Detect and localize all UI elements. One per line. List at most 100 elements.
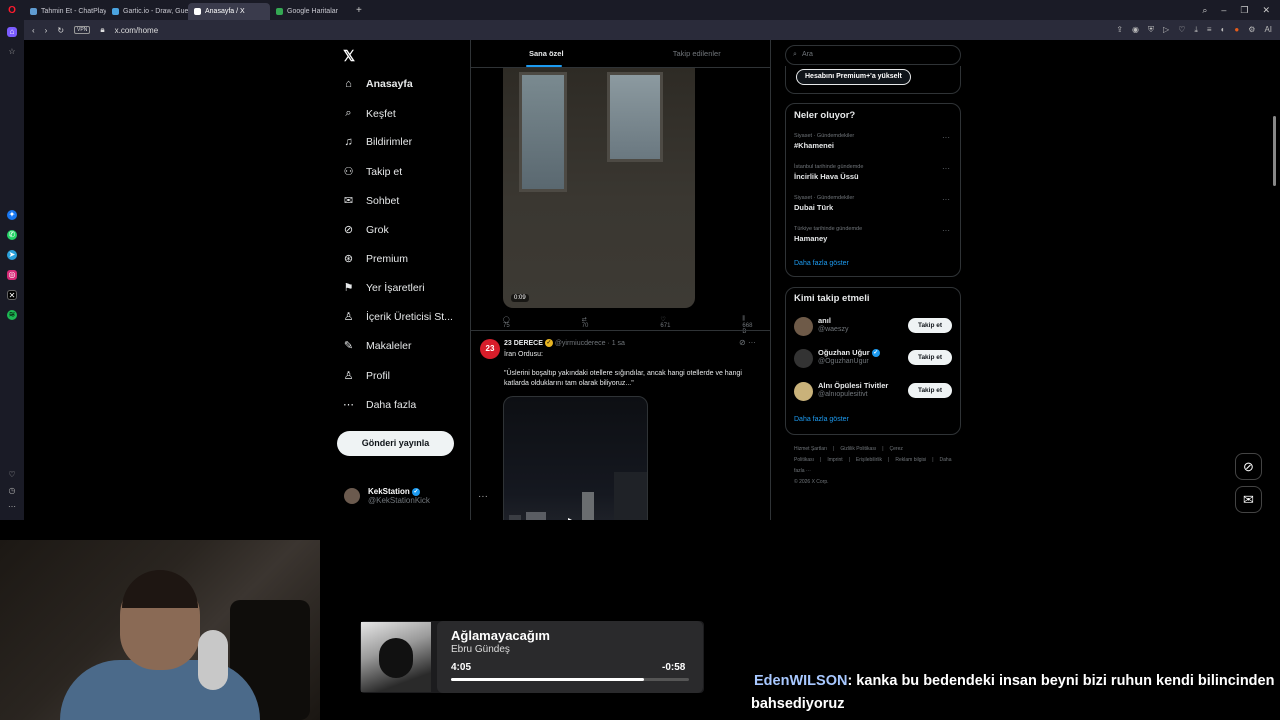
more-icon[interactable]: ⋯: [7, 502, 17, 512]
back-icon[interactable]: ‹: [32, 26, 35, 35]
opera-logo-icon[interactable]: O: [0, 5, 24, 16]
grok-icon[interactable]: ⊘: [739, 338, 746, 347]
footer-link[interactable]: Imprint: [827, 457, 842, 463]
nav-item[interactable]: ⌕ Keşfet: [342, 107, 395, 120]
play-icon[interactable]: ▷: [1163, 25, 1169, 35]
footer-link[interactable]: © 2026 X Corp.: [794, 477, 953, 488]
heart-icon[interactable]: ♡: [7, 470, 17, 480]
profile-icon[interactable]: ◐: [1221, 25, 1226, 35]
reply-button[interactable]: ◯ 75: [503, 316, 546, 335]
trend-item[interactable]: Türkiye tarihinde gündemde Hamaney ···: [794, 226, 954, 243]
browser-tab[interactable]: Google Haritalar: [270, 3, 352, 20]
x-logo-icon[interactable]: 𝕏: [343, 47, 355, 65]
tweet-video[interactable]: ▶: [503, 396, 648, 520]
trend-item[interactable]: Siyaset · Gündemdekiler #Khamenei ···: [794, 133, 954, 150]
account-switcher[interactable]: KekStation ✓ @KekStationKick ···: [344, 487, 488, 505]
scrollbar[interactable]: [1273, 44, 1277, 520]
nav-label: Profil: [366, 369, 390, 382]
like-button[interactable]: ♡ 671: [660, 316, 706, 335]
timeline: Sana özel Takip edilenler 0:09 ◯ 75 ⇄ 70…: [470, 40, 771, 520]
browser-tab[interactable]: Tahmin Et - ChatPlay: [24, 3, 106, 20]
url-field[interactable]: x.com/home: [115, 26, 159, 35]
history-icon[interactable]: ◷: [7, 486, 17, 496]
forward-icon[interactable]: ›: [45, 26, 48, 35]
nav-item[interactable]: ⊛ Premium: [342, 252, 408, 266]
verified-icon: ✓: [412, 487, 421, 496]
trend-item[interactable]: Siyaset · Gündemdekiler Dubai Türk ···: [794, 195, 954, 212]
more-icon[interactable]: ···: [942, 133, 950, 142]
tab-for-you[interactable]: Sana özel: [471, 40, 622, 67]
footer-link[interactable]: Reklam bilgisi: [895, 457, 926, 463]
camera-icon[interactable]: ◉: [1132, 25, 1139, 35]
shield-icon[interactable]: ⛨: [1148, 25, 1154, 35]
nav-item[interactable]: ⚇ Takip et: [342, 165, 403, 179]
nav-item[interactable]: ✎ Makaleler: [342, 339, 412, 353]
close-icon[interactable]: ✕: [1262, 5, 1270, 16]
search-input[interactable]: ⌕ Ara: [785, 45, 961, 65]
trends-show-more[interactable]: Daha fazla göster: [794, 260, 849, 267]
search-tabs-icon[interactable]: ⌕: [1202, 5, 1207, 16]
heart-icon[interactable]: ♡: [1178, 25, 1185, 35]
nav-item[interactable]: ⋯ Daha fazla: [342, 398, 416, 412]
nav-item[interactable]: ⚑ Yer İşaretleri: [342, 281, 425, 295]
browser-tab[interactable]: Gartic.io - Draw, Guess, W: [106, 3, 188, 20]
tweet-author[interactable]: 23 DERECE: [504, 340, 543, 347]
more-icon[interactable]: ···: [942, 164, 950, 173]
spotify-icon[interactable]: ≋: [7, 310, 17, 320]
tweet-handle[interactable]: @yirmiucderece · 1 sa: [555, 340, 625, 347]
who-show-more[interactable]: Daha fazla göster: [794, 416, 849, 423]
repost-button[interactable]: ⇄ 70: [582, 316, 625, 335]
messenger-icon[interactable]: ✦: [7, 210, 17, 220]
more-icon[interactable]: ···: [942, 195, 950, 204]
follow-button[interactable]: Takip et: [908, 350, 952, 365]
premium-upgrade-button[interactable]: Hesabını Premium+'a yükselt: [796, 69, 911, 85]
settings-icon[interactable]: ⚙: [1248, 25, 1255, 35]
more-icon[interactable]: ···: [748, 338, 756, 347]
vpn-badge[interactable]: VPN: [74, 26, 91, 34]
favicon-icon: [194, 7, 201, 15]
maximize-icon[interactable]: ❐: [1240, 5, 1248, 16]
whatsapp-icon[interactable]: ✆: [7, 230, 17, 240]
x-icon[interactable]: ✕: [7, 290, 17, 300]
download-icon[interactable]: ⤓: [1194, 25, 1198, 35]
trend-item[interactable]: İstanbul tarihinde gündemde İncirlik Hava…: [794, 164, 954, 181]
extension-icon[interactable]: ●: [1234, 25, 1239, 35]
footer-link[interactable]: Hizmet Şartları: [794, 446, 827, 452]
reload-icon[interactable]: ↻: [57, 26, 64, 35]
grok-icon[interactable]: ⊘: [1235, 453, 1262, 480]
nav-item[interactable]: ♙ İçerik Üreticisi St...: [342, 310, 453, 324]
follow-suggestion[interactable]: Alnı Öpülesi Tivitler @alnıopulesitivt Tak…: [794, 380, 954, 404]
follow-button[interactable]: Takip et: [908, 318, 952, 333]
follow-suggestion[interactable]: anıl @waeszy Takip et: [794, 315, 954, 339]
footer-link[interactable]: Erişilebilirlik: [856, 457, 882, 463]
instagram-icon[interactable]: ◎: [7, 270, 17, 280]
avatar[interactable]: 23: [480, 339, 500, 359]
nav-item[interactable]: ✉ Sohbet: [342, 194, 399, 208]
footer-link[interactable]: Gizlilik Politikası: [840, 446, 876, 452]
nav-item[interactable]: ⌂ Anasayfa: [342, 78, 413, 90]
tweet-video[interactable]: 0:09: [503, 68, 695, 308]
menu-icon[interactable]: ≡: [1207, 25, 1212, 35]
browser-tab[interactable]: Anasayfa / X: [188, 2, 270, 20]
messages-icon[interactable]: ✉: [1235, 486, 1262, 513]
telegram-icon[interactable]: ➤: [7, 250, 17, 260]
views-button[interactable]: ⫼ 668 B: [742, 316, 770, 335]
nav-item[interactable]: ♙ Profil: [342, 369, 390, 383]
new-tab-button[interactable]: +: [356, 5, 362, 16]
share-icon[interactable]: ⇪: [1116, 25, 1123, 35]
home-icon[interactable]: ⌂: [7, 27, 17, 37]
follow-button[interactable]: Takip et: [908, 383, 952, 398]
nav-item[interactable]: ⊘ Grok: [342, 223, 389, 237]
minimize-icon[interactable]: –: [1221, 5, 1226, 16]
play-icon[interactable]: ▶: [568, 514, 579, 520]
follow-suggestion[interactable]: Oğuzhan Uğur ✓ @OguzhanUgur Takip et: [794, 347, 954, 371]
like-count: 671: [660, 323, 671, 329]
star-icon[interactable]: ☆: [7, 47, 17, 57]
creator-icon: ♙: [343, 311, 354, 323]
ai-button[interactable]: AI: [1264, 25, 1272, 35]
post-button[interactable]: Gönderi yayınla: [337, 431, 454, 456]
more-icon[interactable]: ···: [942, 226, 950, 235]
nav-item[interactable]: ♫ Bildirimler: [342, 136, 412, 148]
tab-following[interactable]: Takip edilenler: [622, 40, 771, 67]
scrollbar-thumb[interactable]: [1273, 116, 1276, 186]
